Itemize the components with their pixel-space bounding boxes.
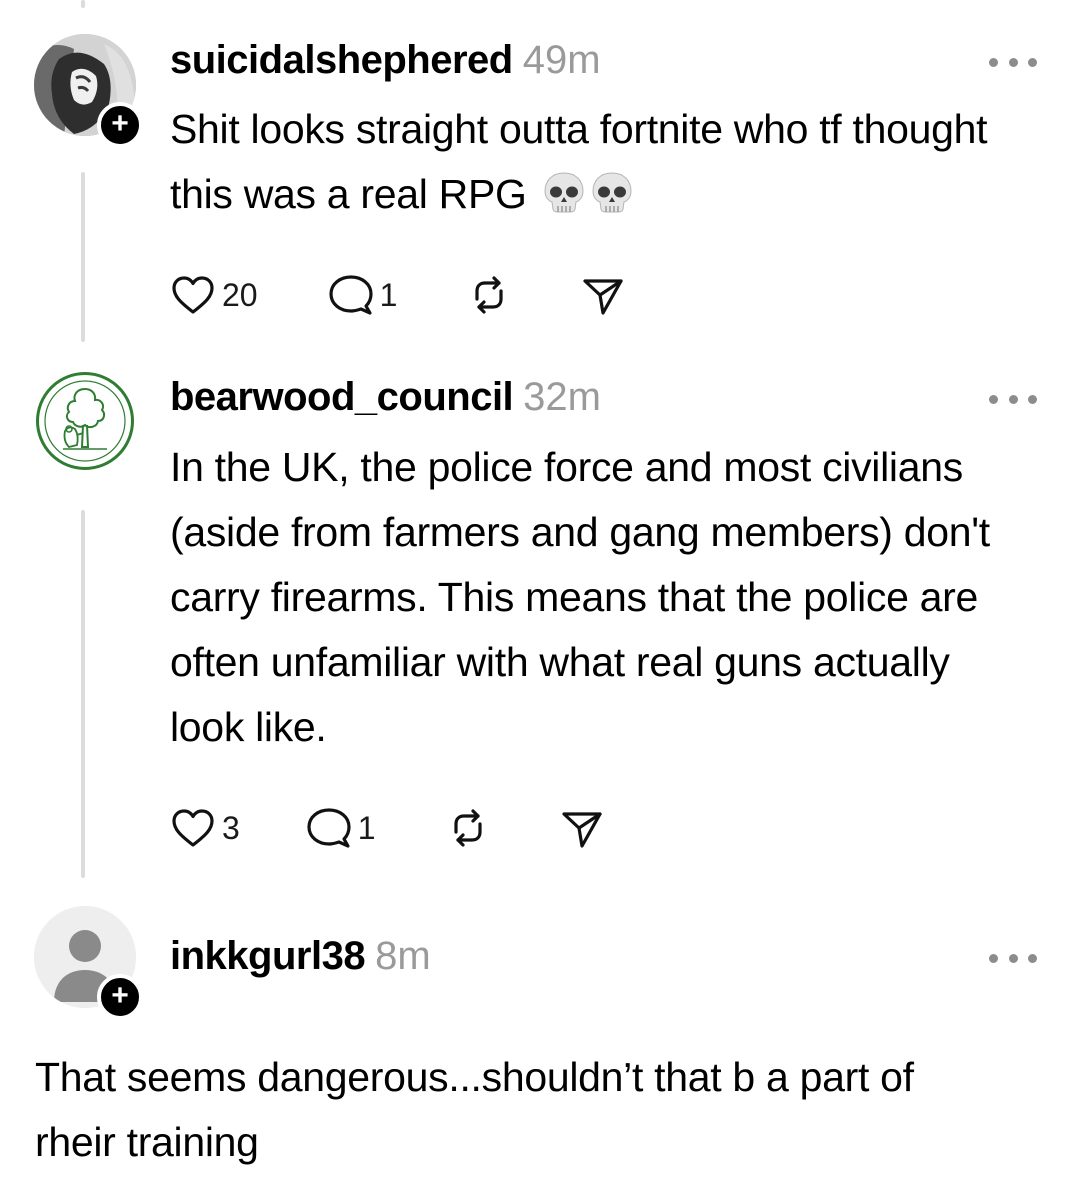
action-bar: 20 1 — [170, 273, 625, 317]
reply-button[interactable]: 1 — [306, 806, 376, 850]
follow-button[interactable]: + — [97, 974, 143, 1020]
share-button[interactable] — [581, 273, 625, 317]
more-options-icon[interactable] — [989, 951, 1037, 965]
comment-text: That seems dangerous...shouldn’t that b … — [35, 1054, 914, 1165]
more-options-icon[interactable] — [989, 392, 1037, 406]
thread-line — [81, 510, 85, 878]
repost-icon — [453, 809, 482, 847]
more-options-icon[interactable] — [989, 55, 1037, 69]
comment-header: suicidalshephered 49m — [170, 38, 601, 83]
repost-button[interactable] — [446, 806, 490, 850]
reply-button[interactable]: 1 — [328, 273, 398, 317]
comment-icon — [307, 808, 351, 848]
skull-emoji-icon — [544, 172, 584, 213]
skull-emoji-icon — [592, 172, 632, 213]
heart-icon — [172, 809, 214, 847]
username[interactable]: bearwood_council — [170, 375, 514, 419]
like-button[interactable]: 20 — [170, 274, 258, 316]
send-icon — [561, 812, 602, 848]
timestamp: 49m — [522, 38, 601, 82]
follow-button[interactable]: + — [97, 102, 143, 148]
like-button[interactable]: 3 — [170, 807, 240, 849]
comment-text: Shit looks straight outta fortnite who t… — [170, 97, 1050, 227]
thread-line — [81, 0, 85, 8]
repost-button[interactable] — [467, 273, 511, 317]
avatar[interactable] — [36, 372, 134, 470]
like-count: 20 — [222, 276, 258, 313]
like-count: 3 — [222, 809, 240, 846]
timestamp: 32m — [523, 375, 601, 419]
send-icon — [583, 279, 623, 315]
share-button[interactable] — [560, 806, 604, 850]
comment-icon — [328, 275, 373, 315]
username[interactable]: inkkgurl38 — [170, 934, 366, 978]
bearwood-logo-icon — [44, 380, 126, 462]
comment-header: bearwood_council 32m — [170, 375, 601, 420]
comment-text: In the UK, the police force and most civ… — [170, 444, 990, 750]
reply-count: 1 — [379, 276, 398, 313]
username[interactable]: suicidalshephered — [170, 38, 513, 82]
heart-icon — [172, 276, 214, 314]
action-bar: 3 1 — [170, 806, 604, 850]
thread-line — [81, 172, 85, 342]
repost-icon — [475, 276, 503, 314]
reply-count: 1 — [357, 809, 376, 846]
comment-header: inkkgurl38 8m — [170, 934, 431, 979]
timestamp: 8m — [375, 934, 431, 978]
